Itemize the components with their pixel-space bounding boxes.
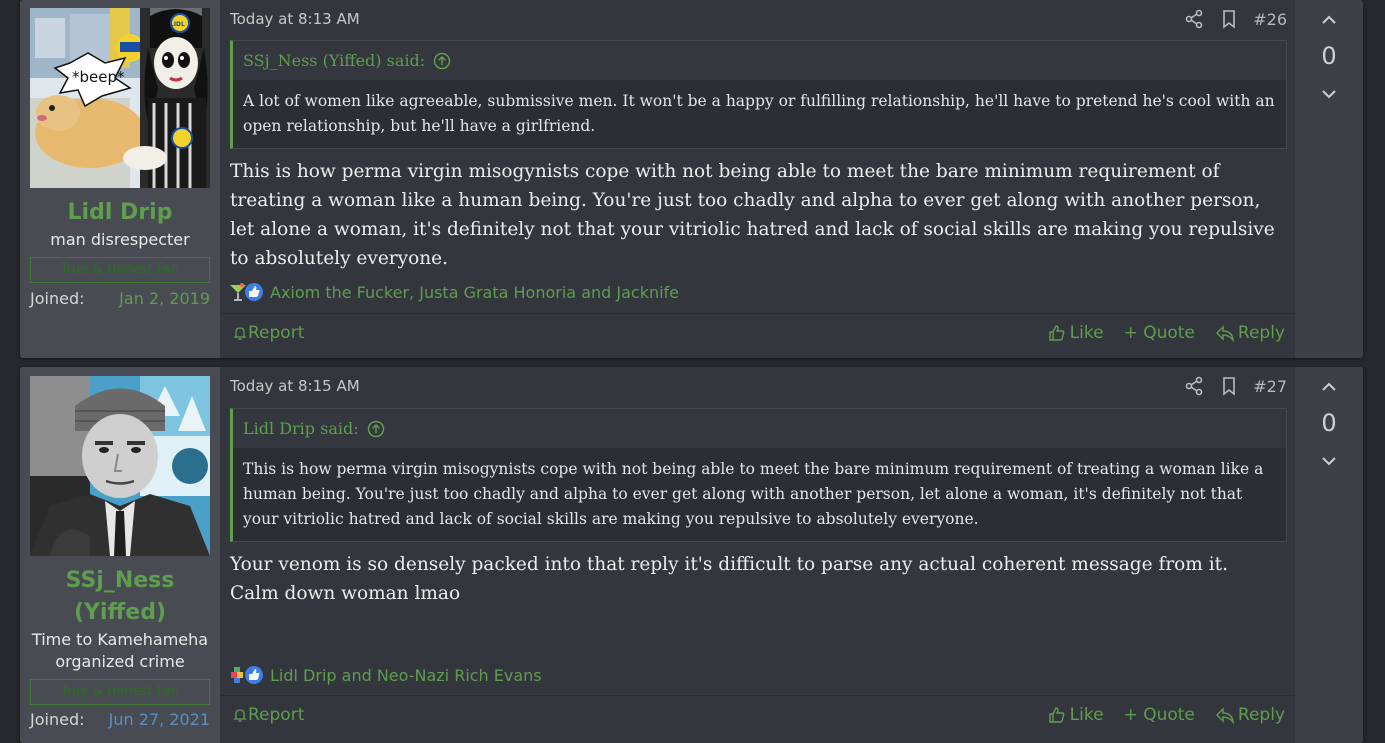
share-icon[interactable] bbox=[1183, 375, 1205, 397]
vote-panel: 0 bbox=[1295, 0, 1363, 358]
user-badge: True & Honest Fan bbox=[30, 257, 210, 283]
like-button[interactable]: Like bbox=[1047, 323, 1104, 343]
report-button[interactable]: Report bbox=[232, 323, 304, 343]
quote-button[interactable]: + Quote bbox=[1124, 323, 1195, 343]
avatar[interactable] bbox=[30, 376, 210, 556]
user-title: Time to Kamehameha organized crime bbox=[31, 630, 209, 671]
vote-panel: 0 bbox=[1295, 367, 1363, 743]
avatar-caption: *beep* bbox=[72, 68, 125, 86]
post-time[interactable]: Today at 8:13 AM bbox=[230, 10, 360, 28]
bookmark-icon[interactable] bbox=[1218, 8, 1240, 30]
bookmark-icon[interactable] bbox=[1218, 375, 1240, 397]
reply-icon bbox=[1215, 707, 1234, 725]
upvote-icon[interactable] bbox=[1319, 10, 1339, 30]
reactions-text[interactable]: Lidl Drip and Neo-Nazi Rich Evans bbox=[270, 666, 542, 685]
vote-count: 0 bbox=[1321, 42, 1337, 70]
thumbs-up-icon bbox=[1048, 325, 1065, 341]
post-actions: Like + Quote Reply bbox=[1027, 705, 1285, 725]
downvote-icon[interactable] bbox=[1319, 451, 1339, 471]
user-title: man disrespecter bbox=[50, 230, 190, 249]
like-reaction-icon bbox=[245, 666, 263, 684]
report-label: Report bbox=[248, 705, 305, 725]
joined-label: Joined: bbox=[30, 710, 85, 729]
joined-date: Jan 2, 2019 bbox=[119, 289, 210, 308]
like-label: Like bbox=[1069, 705, 1104, 725]
post-number[interactable]: #27 bbox=[1253, 377, 1287, 396]
reactions-bar[interactable]: Lidl Drip and Neo-Nazi Rich Evans bbox=[228, 665, 542, 685]
like-reaction-icon bbox=[245, 283, 263, 301]
post-tools: #26 bbox=[1170, 8, 1287, 30]
bell-icon bbox=[233, 327, 247, 340]
avatar[interactable]: *beep* LIDL bbox=[30, 8, 210, 188]
post-27: SSj_Ness (Yiffed) Time to Kamehameha org… bbox=[20, 367, 1363, 743]
quote-label: + Quote bbox=[1123, 323, 1195, 343]
joined-date: Jun 27, 2021 bbox=[108, 710, 210, 729]
downvote-icon[interactable] bbox=[1319, 84, 1339, 104]
quote-header[interactable]: SSj_Ness (Yiffed) said: bbox=[233, 41, 1286, 80]
quote-author[interactable]: SSj_Ness (Yiffed) said: bbox=[243, 51, 425, 70]
post-main: Today at 8:15 AM #27 Lidl Drip said: Thi… bbox=[220, 367, 1295, 743]
quote-author[interactable]: Lidl Drip said: bbox=[243, 419, 359, 438]
user-panel: SSj_Ness (Yiffed) Time to Kamehameha org… bbox=[20, 367, 220, 743]
like-button[interactable]: Like bbox=[1047, 705, 1104, 725]
quote-label: + Quote bbox=[1123, 705, 1195, 725]
post-footer: Report Like + Quote Reply bbox=[220, 695, 1295, 740]
arrow-up-circle-icon[interactable] bbox=[433, 52, 451, 70]
quote-header[interactable]: Lidl Drip said: bbox=[233, 409, 1286, 448]
joined-label: Joined: bbox=[30, 289, 85, 308]
avatar-brand: LIDL bbox=[170, 21, 185, 28]
report-label: Report bbox=[248, 323, 305, 343]
post-body: This is how perma virgin misogynists cop… bbox=[230, 161, 1275, 269]
quote-button[interactable]: + Quote bbox=[1124, 705, 1195, 725]
reactions-text[interactable]: Axiom the Fucker, Justa Grata Honoria an… bbox=[270, 283, 679, 302]
post-main: Today at 8:13 AM #26 SSj_Ness (Yiffed) s… bbox=[220, 0, 1295, 358]
share-icon[interactable] bbox=[1183, 8, 1205, 30]
post-footer: Report Like + Quote Reply bbox=[220, 313, 1295, 358]
thumbs-up-icon bbox=[1048, 707, 1065, 723]
quote-block: Lidl Drip said: This is how perma virgin… bbox=[230, 408, 1287, 542]
post-body: Your venom is so densely packed into tha… bbox=[230, 554, 1228, 604]
user-panel: *beep* LIDL Lidl Drip man disrespecter T… bbox=[20, 0, 220, 358]
post-actions: Like + Quote Reply bbox=[1027, 323, 1285, 343]
reply-button[interactable]: Reply bbox=[1215, 705, 1285, 725]
post-time[interactable]: Today at 8:15 AM bbox=[230, 377, 360, 395]
reply-button[interactable]: Reply bbox=[1215, 323, 1285, 343]
reply-label: Reply bbox=[1237, 705, 1285, 725]
username[interactable]: Lidl Drip bbox=[20, 197, 220, 229]
reactions-bar[interactable]: Axiom the Fucker, Justa Grata Honoria an… bbox=[228, 282, 679, 302]
quote-text: This is how perma virgin misogynists cop… bbox=[243, 460, 1264, 528]
post-26: *beep* LIDL Lidl Drip man disrespecter T… bbox=[20, 0, 1363, 358]
bell-icon bbox=[233, 709, 247, 722]
reply-label: Reply bbox=[1237, 323, 1285, 343]
report-button[interactable]: Report bbox=[232, 705, 304, 725]
vote-count: 0 bbox=[1321, 409, 1337, 437]
post-tools: #27 bbox=[1170, 375, 1287, 397]
username[interactable]: SSj_Ness (Yiffed) bbox=[20, 565, 220, 629]
like-label: Like bbox=[1069, 323, 1104, 343]
quote-block: SSj_Ness (Yiffed) said: A lot of women l… bbox=[230, 40, 1287, 149]
post-number[interactable]: #26 bbox=[1253, 10, 1287, 29]
reply-icon bbox=[1215, 325, 1234, 343]
quote-text: A lot of women like agreeable, submissiv… bbox=[243, 92, 1275, 135]
user-badge: True & Honest Fan bbox=[30, 679, 210, 705]
upvote-icon[interactable] bbox=[1319, 377, 1339, 397]
arrow-up-circle-icon[interactable] bbox=[367, 420, 385, 438]
